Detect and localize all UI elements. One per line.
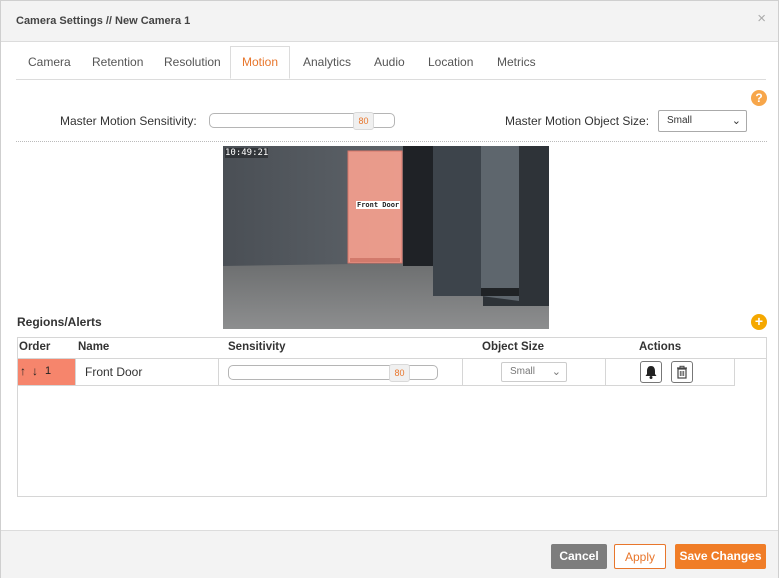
region-name: Front Door xyxy=(85,365,143,379)
chevron-down-icon: ⌄ xyxy=(551,366,561,378)
delete-region-button[interactable] xyxy=(671,361,693,383)
region-sensitivity-slider[interactable]: 80 xyxy=(228,364,438,382)
table-row: ↑ ↓ 1 Front Door 80 Small ⌄ xyxy=(18,359,735,386)
close-icon[interactable]: × xyxy=(757,10,766,27)
actions-cell xyxy=(606,359,735,386)
tab-metrics[interactable]: Metrics xyxy=(497,46,536,79)
regions-alerts-title: Regions/Alerts xyxy=(17,315,102,329)
trash-icon xyxy=(677,365,687,379)
sensitivity-cell: 80 xyxy=(219,359,463,386)
video-timestamp: 10:49:21 xyxy=(225,148,269,158)
alert-bell-button[interactable] xyxy=(640,361,662,383)
camera-settings-dialog: Camera Settings // New Camera 1 × Camera… xyxy=(0,0,779,578)
chevron-down-icon: ⌄ xyxy=(731,115,741,127)
name-cell[interactable]: Front Door xyxy=(76,359,219,386)
region-overlay-label: Front Door xyxy=(356,201,401,209)
order-number: 1 xyxy=(45,365,52,377)
region-sensitivity-handle[interactable]: 80 xyxy=(389,364,410,382)
dialog-title: Camera Settings // New Camera 1 xyxy=(16,15,191,27)
column-header-name: Name xyxy=(78,341,110,353)
region-object-size-value: Small xyxy=(510,366,536,377)
save-changes-button[interactable]: Save Changes xyxy=(675,544,766,569)
column-header-sensitivity: Sensitivity xyxy=(228,341,286,353)
column-header-order: Order xyxy=(19,341,51,353)
master-sensitivity-handle[interactable]: 80 xyxy=(353,112,374,130)
apply-button[interactable]: Apply xyxy=(614,544,666,569)
master-sensitivity-label: Master Motion Sensitivity: xyxy=(60,114,197,128)
bell-icon xyxy=(645,366,657,379)
region-object-size-select[interactable]: Small ⌄ xyxy=(501,362,567,382)
dialog-titlebar: Camera Settings // New Camera 1 × xyxy=(1,1,778,42)
arrow-down-icon[interactable]: ↓ xyxy=(32,364,38,378)
arrow-up-icon[interactable]: ↑ xyxy=(20,364,26,378)
tab-camera[interactable]: Camera xyxy=(28,46,71,79)
tab-analytics[interactable]: Analytics xyxy=(303,46,351,79)
tab-retention[interactable]: Retention xyxy=(92,46,143,79)
tab-location[interactable]: Location xyxy=(428,46,473,79)
dialog-footer: Cancel Apply Save Changes xyxy=(1,530,778,578)
master-object-size-select[interactable]: Small ⌄ xyxy=(658,110,747,132)
master-sensitivity-slider[interactable]: 80 xyxy=(209,112,395,130)
tab-resolution[interactable]: Resolution xyxy=(164,46,221,79)
column-header-object-size: Object Size xyxy=(482,341,544,353)
column-header-actions: Actions xyxy=(639,341,682,353)
add-region-button[interactable]: + xyxy=(751,314,767,330)
divider xyxy=(16,141,767,142)
cancel-button[interactable]: Cancel xyxy=(551,544,607,569)
master-object-size-value: Small xyxy=(667,115,693,126)
object-size-cell: Small ⌄ xyxy=(463,359,606,386)
regions-table: Order Name Sensitivity Object Size Actio… xyxy=(17,337,767,497)
master-object-size-label: Master Motion Object Size: xyxy=(505,114,650,128)
tab-audio[interactable]: Audio xyxy=(374,46,405,79)
settings-tabs: Camera Retention Resolution Motion Analy… xyxy=(16,46,766,80)
help-icon[interactable]: ? xyxy=(751,90,767,106)
camera-frame xyxy=(223,146,549,329)
camera-preview[interactable]: 10:49:21 Front Door xyxy=(223,146,549,329)
order-cell: ↑ ↓ 1 xyxy=(18,359,76,386)
tab-motion[interactable]: Motion xyxy=(230,46,291,79)
